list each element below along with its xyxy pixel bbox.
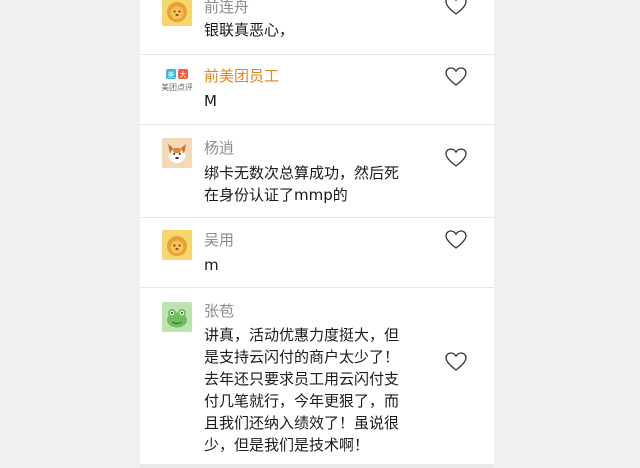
heart-icon[interactable]: [445, 0, 467, 16]
comment-text-line: m: [204, 256, 219, 274]
comment-item: 杨逍 绑卡无数次总算成功，然后死 在身份认证了mmp的: [140, 125, 494, 218]
comment-text-line: 付几笔就行，今年更狠了，而: [204, 392, 400, 410]
comment-text-line: 银联真恶心，: [204, 21, 295, 39]
lion-avatar[interactable]: [162, 0, 192, 26]
comment-list: 前连舟 银联真恶心， 美 大 美团点评 前美团员工 M 杨逍 绑卡无数次总算成功…: [140, 0, 494, 468]
comment-text-line: 讲真，活动优惠力度挺大，但: [204, 326, 400, 344]
lion-avatar[interactable]: [162, 230, 192, 260]
heart-icon[interactable]: [445, 67, 467, 87]
avatar-caption: 美团点评: [162, 83, 192, 92]
comment-text-line: M: [204, 92, 217, 110]
comment-item: 张苞 讲真，活动优惠力度挺大，但 是支持云闪付的商户太少了！ 去年还只要求员工用…: [140, 288, 494, 464]
comment-text-line: 且我们还纳入绩效了！虽说很: [204, 414, 400, 432]
username[interactable]: 张苞: [204, 302, 234, 320]
username[interactable]: 前连舟: [204, 0, 249, 16]
comment-text-line: 绑卡无数次总算成功，然后死: [204, 164, 400, 182]
bottom-divider: [140, 464, 494, 468]
comment-text-line: 是支持云闪付的商户太少了！: [204, 348, 400, 366]
frog-avatar[interactable]: [162, 302, 192, 332]
comment-text-line: 去年还只要求员工用云闪付支: [204, 370, 400, 388]
comment-text: 绑卡无数次总算成功，然后死 在身份认证了mmp的: [204, 162, 418, 206]
comment-item: 前连舟 银联真恶心，: [140, 0, 494, 55]
heart-icon[interactable]: [445, 352, 467, 372]
comment-text: 讲真，活动优惠力度挺大，但 是支持云闪付的商户太少了！ 去年还只要求员工用云闪付…: [204, 324, 418, 456]
comment-text: m: [204, 254, 418, 276]
comment-item: 吴用 m: [140, 218, 494, 288]
svg-text:大: 大: [180, 70, 187, 79]
comment-text-line: 在身份认证了mmp的: [204, 186, 348, 204]
username[interactable]: 吴用: [204, 231, 234, 249]
comment-text: 银联真恶心，: [204, 19, 418, 41]
username[interactable]: 前美团员工: [204, 67, 279, 85]
username[interactable]: 杨逍: [204, 139, 234, 157]
dog-avatar[interactable]: [162, 138, 192, 168]
comment-text-line: 少，但是我们是技术啊！: [204, 436, 370, 454]
heart-icon[interactable]: [445, 230, 467, 250]
comment-text: M: [204, 90, 418, 112]
svg-text:美: 美: [168, 70, 175, 79]
heart-icon[interactable]: [445, 148, 467, 168]
comment-item: 美 大 美团点评 前美团员工 M: [140, 55, 494, 125]
meituan-dianping-logo[interactable]: 美 大 美团点评: [162, 67, 192, 97]
